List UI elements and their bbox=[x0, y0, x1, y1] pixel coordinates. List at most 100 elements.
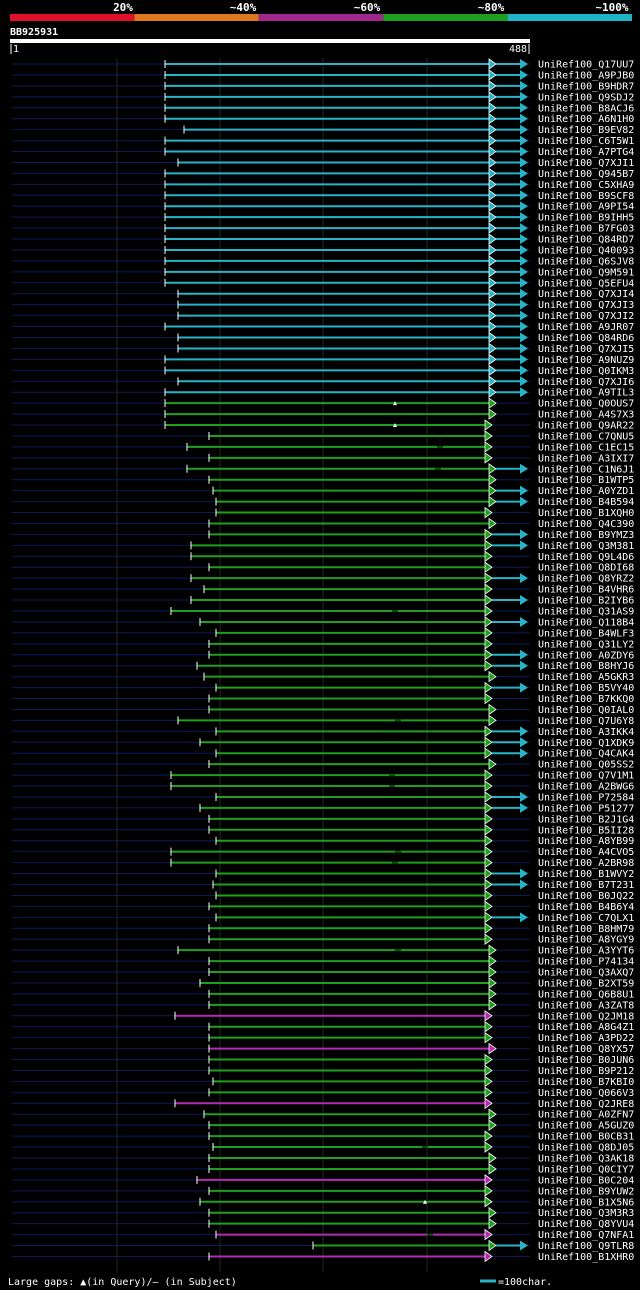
hit-id-label[interactable]: UniRef100_Q7XJI5 bbox=[538, 344, 634, 355]
hit-id-label[interactable]: UniRef100_A0ZDY6 bbox=[538, 650, 634, 661]
hit-id-label[interactable]: UniRef100_B9YMZ3 bbox=[538, 530, 634, 541]
hit-id-label[interactable]: UniRef100_A9TIL3 bbox=[538, 388, 634, 399]
hit-id-label[interactable]: UniRef100_B5II28 bbox=[538, 825, 634, 836]
hit-id-label[interactable]: UniRef100_B9P212 bbox=[538, 1066, 634, 1077]
hit-id-label[interactable]: UniRef100_B1XQH0 bbox=[538, 508, 634, 519]
hit-id-label[interactable]: UniRef100_Q6SJV8 bbox=[538, 256, 634, 267]
hit-id-label[interactable]: UniRef100_A3ZAT8 bbox=[538, 1000, 634, 1011]
hit-id-label[interactable]: UniRef100_A3YYT6 bbox=[538, 946, 634, 957]
hit-id-label[interactable]: UniRef100_B2IYB6 bbox=[538, 596, 634, 607]
hit-id-label[interactable]: UniRef100_Q2JRE8 bbox=[538, 1099, 634, 1110]
hit-id-label[interactable]: UniRef100_A5GUZ0 bbox=[538, 1121, 634, 1132]
hit-id-label[interactable]: UniRef100_B1WTP5 bbox=[538, 475, 634, 486]
hit-id-label[interactable]: UniRef100_Q7XJI6 bbox=[538, 377, 634, 388]
hit-id-label[interactable]: UniRef100_A7PTG4 bbox=[538, 147, 634, 158]
hit-id-label[interactable]: UniRef100_P72584 bbox=[538, 792, 634, 803]
hit-id-label[interactable]: UniRef100_A8G4Z1 bbox=[538, 1022, 634, 1033]
hit-id-label[interactable]: UniRef100_A9PJB0 bbox=[538, 70, 634, 81]
hit-id-label[interactable]: UniRef100_Q3AK18 bbox=[538, 1154, 634, 1165]
hit-id-label[interactable]: UniRef100_B4B6Y4 bbox=[538, 902, 634, 913]
hit-id-label[interactable]: UniRef100_B2XT59 bbox=[538, 978, 634, 989]
hit-id-label[interactable]: UniRef100_Q9AR22 bbox=[538, 421, 634, 432]
hit-id-label[interactable]: UniRef100_B7T231 bbox=[538, 880, 634, 891]
hit-id-label[interactable]: UniRef100_B8HM79 bbox=[538, 924, 634, 935]
hit-id-label[interactable]: UniRef100_Q9SDJ2 bbox=[538, 92, 634, 103]
hit-id-label[interactable]: UniRef100_B9HDR7 bbox=[538, 81, 634, 92]
hit-id-label[interactable]: UniRef100_Q0IKM3 bbox=[538, 366, 634, 377]
hit-id-label[interactable]: UniRef100_A3PD22 bbox=[538, 1033, 634, 1044]
hit-id-label[interactable]: UniRef100_Q84RD7 bbox=[538, 235, 634, 246]
hit-id-label[interactable]: UniRef100_Q3M3R3 bbox=[538, 1208, 634, 1219]
hit-id-label[interactable]: UniRef100_Q118B4 bbox=[538, 617, 634, 628]
hit-id-label[interactable]: UniRef100_A2BR98 bbox=[538, 858, 634, 869]
hit-id-label[interactable]: UniRef100_Q9M591 bbox=[538, 267, 634, 278]
hit-id-label[interactable]: UniRef100_B8ACJ6 bbox=[538, 103, 634, 114]
hit-id-label[interactable]: UniRef100_Q4C390 bbox=[538, 519, 634, 530]
hit-id-label[interactable]: UniRef100_Q31LY2 bbox=[538, 639, 634, 650]
hit-id-label[interactable]: UniRef100_A0ZFN7 bbox=[538, 1110, 634, 1121]
hit-id-label[interactable]: UniRef100_Q0IAL0 bbox=[538, 705, 634, 716]
hit-id-label[interactable]: UniRef100_A6N1H0 bbox=[538, 114, 634, 125]
hit-id-label[interactable]: UniRef100_B9SCF8 bbox=[538, 191, 634, 202]
hit-id-label[interactable]: UniRef100_B9IHH5 bbox=[538, 213, 634, 224]
hit-id-label[interactable]: UniRef100_A9NUZ9 bbox=[538, 355, 634, 366]
hit-id-label[interactable]: UniRef100_Q7XJI3 bbox=[538, 300, 634, 311]
hit-id-label[interactable]: UniRef100_A8YGY9 bbox=[538, 935, 634, 946]
hit-id-label[interactable]: UniRef100_A3IXI7 bbox=[538, 453, 634, 464]
hit-id-label[interactable]: UniRef100_C1N6J1 bbox=[538, 464, 634, 475]
hit-id-label[interactable]: UniRef100_Q8DJ05 bbox=[538, 1143, 634, 1154]
hit-id-label[interactable]: UniRef100_Q0OUS7 bbox=[538, 399, 634, 410]
hit-id-label[interactable]: UniRef100_Q9TLR8 bbox=[538, 1241, 634, 1252]
hit-id-label[interactable]: UniRef100_B1X5N6 bbox=[538, 1197, 634, 1208]
hit-id-label[interactable]: UniRef100_Q6B8U1 bbox=[538, 989, 634, 1000]
hit-id-label[interactable]: UniRef100_Q8DI68 bbox=[538, 563, 634, 574]
hit-id-label[interactable]: UniRef100_Q3M381 bbox=[538, 541, 634, 552]
hit-id-label[interactable]: UniRef100_Q7V1M1 bbox=[538, 771, 634, 782]
hit-id-label[interactable]: UniRef100_A8YB99 bbox=[538, 836, 634, 847]
hit-id-label[interactable]: UniRef100_C7QLX1 bbox=[538, 913, 634, 924]
hit-id-label[interactable]: UniRef100_Q31AS9 bbox=[538, 607, 634, 618]
hit-id-label[interactable]: UniRef100_Q40093 bbox=[538, 245, 634, 256]
hit-id-label[interactable]: UniRef100_A3IKK4 bbox=[538, 727, 634, 738]
hit-id-label[interactable]: UniRef100_B1XHR0 bbox=[538, 1252, 634, 1263]
hit-id-label[interactable]: UniRef100_B0C204 bbox=[538, 1175, 634, 1186]
hit-id-label[interactable]: UniRef100_Q2JM18 bbox=[538, 1011, 634, 1022]
hit-id-label[interactable]: UniRef100_P74134 bbox=[538, 957, 634, 968]
hit-id-label[interactable]: UniRef100_Q7XJI1 bbox=[538, 158, 634, 169]
hit-id-label[interactable]: UniRef100_C1EC15 bbox=[538, 442, 634, 453]
hit-id-label[interactable]: UniRef100_P51277 bbox=[538, 803, 634, 814]
hit-id-label[interactable]: UniRef100_B8HYJ6 bbox=[538, 661, 634, 672]
hit-id-label[interactable]: UniRef100_A2BWG6 bbox=[538, 782, 634, 793]
hit-id-label[interactable]: UniRef100_Q8YX57 bbox=[538, 1044, 634, 1055]
hit-id-label[interactable]: UniRef100_B0JQ22 bbox=[538, 891, 634, 902]
hit-id-label[interactable]: UniRef100_Q7NFA1 bbox=[538, 1230, 634, 1241]
hit-id-label[interactable]: UniRef100_A4S7X3 bbox=[538, 410, 634, 421]
hit-id-label[interactable]: UniRef100_Q05SS2 bbox=[538, 760, 634, 771]
hit-id-label[interactable]: UniRef100_Q8YRZ2 bbox=[538, 574, 634, 585]
hit-id-label[interactable]: UniRef100_A5GKR3 bbox=[538, 672, 634, 683]
hit-id-label[interactable]: UniRef100_B4WLF3 bbox=[538, 628, 634, 639]
hit-id-label[interactable]: UniRef100_Q3AXQ7 bbox=[538, 968, 634, 979]
hit-id-label[interactable]: UniRef100_Q7XJI4 bbox=[538, 289, 634, 300]
hit-id-label[interactable]: UniRef100_Q9L4D6 bbox=[538, 552, 634, 563]
hit-id-label[interactable]: UniRef100_A4CVO5 bbox=[538, 847, 634, 858]
hit-id-label[interactable]: UniRef100_B9EV82 bbox=[538, 125, 634, 136]
hit-id-label[interactable]: UniRef100_C7QNU5 bbox=[538, 431, 634, 442]
hit-id-label[interactable]: UniRef100_Q84RD6 bbox=[538, 333, 634, 344]
hit-id-label[interactable]: UniRef100_A0YZD1 bbox=[538, 486, 634, 497]
hit-id-label[interactable]: UniRef100_B0JUN6 bbox=[538, 1055, 634, 1066]
hit-id-label[interactable]: UniRef100_Q7U6Y8 bbox=[538, 716, 634, 727]
hit-id-label[interactable]: UniRef100_Q0CIY7 bbox=[538, 1164, 634, 1175]
hit-id-label[interactable]: UniRef100_B1WVY2 bbox=[538, 869, 634, 880]
hit-id-label[interactable]: UniRef100_Q4CAK4 bbox=[538, 749, 634, 760]
hit-id-label[interactable]: UniRef100_Q1XDK9 bbox=[538, 738, 634, 749]
hit-id-label[interactable]: UniRef100_Q5EFU4 bbox=[538, 278, 634, 289]
hit-id-label[interactable]: UniRef100_Q066V3 bbox=[538, 1088, 634, 1099]
hit-id-label[interactable]: UniRef100_B7FG03 bbox=[538, 224, 634, 235]
hit-id-label[interactable]: UniRef100_Q8YVU4 bbox=[538, 1219, 634, 1230]
hit-id-label[interactable]: UniRef100_B4B594 bbox=[538, 497, 634, 508]
hit-id-label[interactable]: UniRef100_A9PI54 bbox=[538, 202, 634, 213]
hit-id-label[interactable]: UniRef100_Q945B7 bbox=[538, 169, 634, 180]
hit-id-label[interactable]: UniRef100_Q17UU7 bbox=[538, 60, 634, 71]
hit-id-label[interactable]: UniRef100_B7KBI0 bbox=[538, 1077, 634, 1088]
